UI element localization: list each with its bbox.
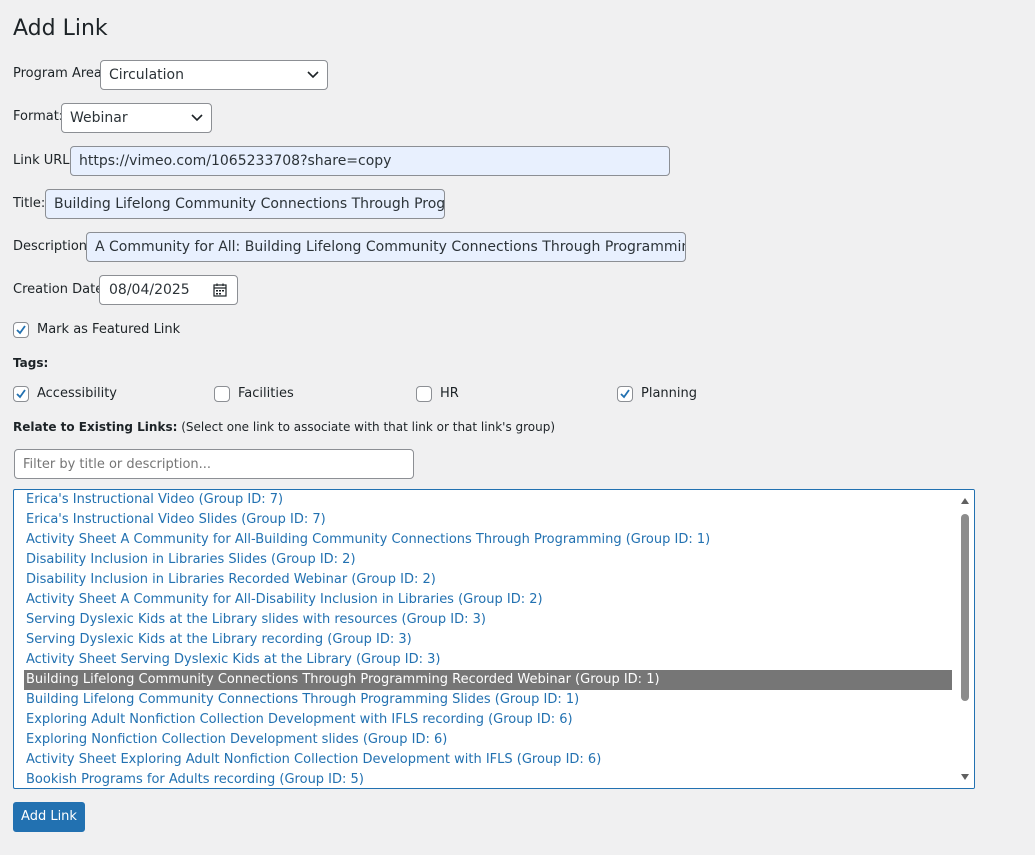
list-option[interactable]: Activity Sheet A Community for All-Disab… (24, 590, 952, 610)
tags-label: Tags: (13, 356, 49, 370)
checkmark-icon (16, 389, 26, 399)
tag-facilities-checkbox[interactable] (214, 386, 230, 402)
program-area-value: Circulation (109, 67, 184, 83)
triangle-down-icon[interactable] (960, 773, 970, 781)
format-select[interactable]: Webinar (61, 103, 212, 133)
description-input[interactable]: A Community for All: Building Lifelong C… (86, 232, 686, 262)
list-option[interactable]: Building Lifelong Community Connections … (24, 690, 952, 710)
featured-label[interactable]: Mark as Featured Link (37, 321, 180, 339)
tag-planning-checkbox[interactable] (617, 386, 633, 402)
scrollbar[interactable] (956, 490, 974, 788)
tag-hr-checkbox[interactable] (416, 386, 432, 402)
chevron-down-icon (307, 71, 319, 79)
list-option[interactable]: Bookish Programs for Adults recording (G… (24, 770, 952, 788)
relate-label: Relate to Existing Links: (Select one li… (13, 418, 555, 436)
list-option[interactable]: Building Lifelong Community Connections … (24, 670, 952, 690)
checkmark-icon (16, 325, 26, 335)
relate-label-hint: (Select one link to associate with that … (181, 420, 556, 434)
list-option[interactable]: Activity Sheet Serving Dyslexic Kids at … (24, 650, 952, 670)
list-option[interactable]: Erica's Instructional Video Slides (Grou… (24, 510, 952, 530)
tag-hr-label[interactable]: HR (440, 385, 459, 403)
triangle-up-icon[interactable] (960, 497, 970, 505)
chevron-down-icon (191, 114, 203, 122)
list-option[interactable]: Activity Sheet Exploring Adult Nonfictio… (24, 750, 952, 770)
list-option[interactable]: Exploring Nonfiction Collection Developm… (24, 730, 952, 750)
filter-input[interactable] (14, 449, 414, 479)
creation-date-label: Creation Date: (13, 282, 108, 297)
creation-date-input[interactable]: 08/04/2025 (99, 275, 238, 305)
list-option[interactable]: Exploring Adult Nonfiction Collection De… (24, 710, 952, 730)
format-value: Webinar (70, 110, 128, 126)
list-option[interactable]: Activity Sheet A Community for All-Build… (24, 530, 952, 550)
title-input[interactable]: Building Lifelong Community Connections … (45, 189, 445, 219)
program-area-select[interactable]: Circulation (100, 60, 328, 90)
title-label: Title: (13, 196, 46, 211)
add-link-button[interactable]: Add Link (13, 802, 85, 832)
list-option[interactable]: Disability Inclusion in Libraries Record… (24, 570, 952, 590)
list-option[interactable]: Serving Dyslexic Kids at the Library sli… (24, 610, 952, 630)
tag-planning-label[interactable]: Planning (641, 385, 697, 403)
link-url-label: Link URL: (13, 153, 74, 168)
creation-date-value: 08/04/2025 (109, 282, 190, 298)
program-area-label: Program Area: (13, 66, 107, 81)
page-title: Add Link (13, 16, 108, 41)
calendar-icon[interactable] (213, 283, 227, 297)
link-url-input[interactable]: https://vimeo.com/1065233708?share=copy (70, 146, 670, 176)
list-option[interactable]: Erica's Instructional Video (Group ID: 7… (24, 490, 952, 510)
related-links-listbox[interactable]: Erica's Instructional Video (Group ID: 7… (13, 489, 975, 789)
relate-label-title: Relate to Existing Links: (13, 420, 178, 434)
description-label: Description: (13, 239, 92, 254)
checkmark-icon (620, 389, 630, 399)
tag-facilities-label[interactable]: Facilities (238, 385, 294, 403)
format-label: Format: (13, 109, 64, 124)
list-option[interactable]: Disability Inclusion in Libraries Slides… (24, 550, 952, 570)
scroll-thumb[interactable] (961, 514, 969, 701)
tag-accessibility-label[interactable]: Accessibility (37, 385, 117, 403)
list-option[interactable]: Serving Dyslexic Kids at the Library rec… (24, 630, 952, 650)
featured-checkbox[interactable] (13, 322, 29, 338)
tag-accessibility-checkbox[interactable] (13, 386, 29, 402)
